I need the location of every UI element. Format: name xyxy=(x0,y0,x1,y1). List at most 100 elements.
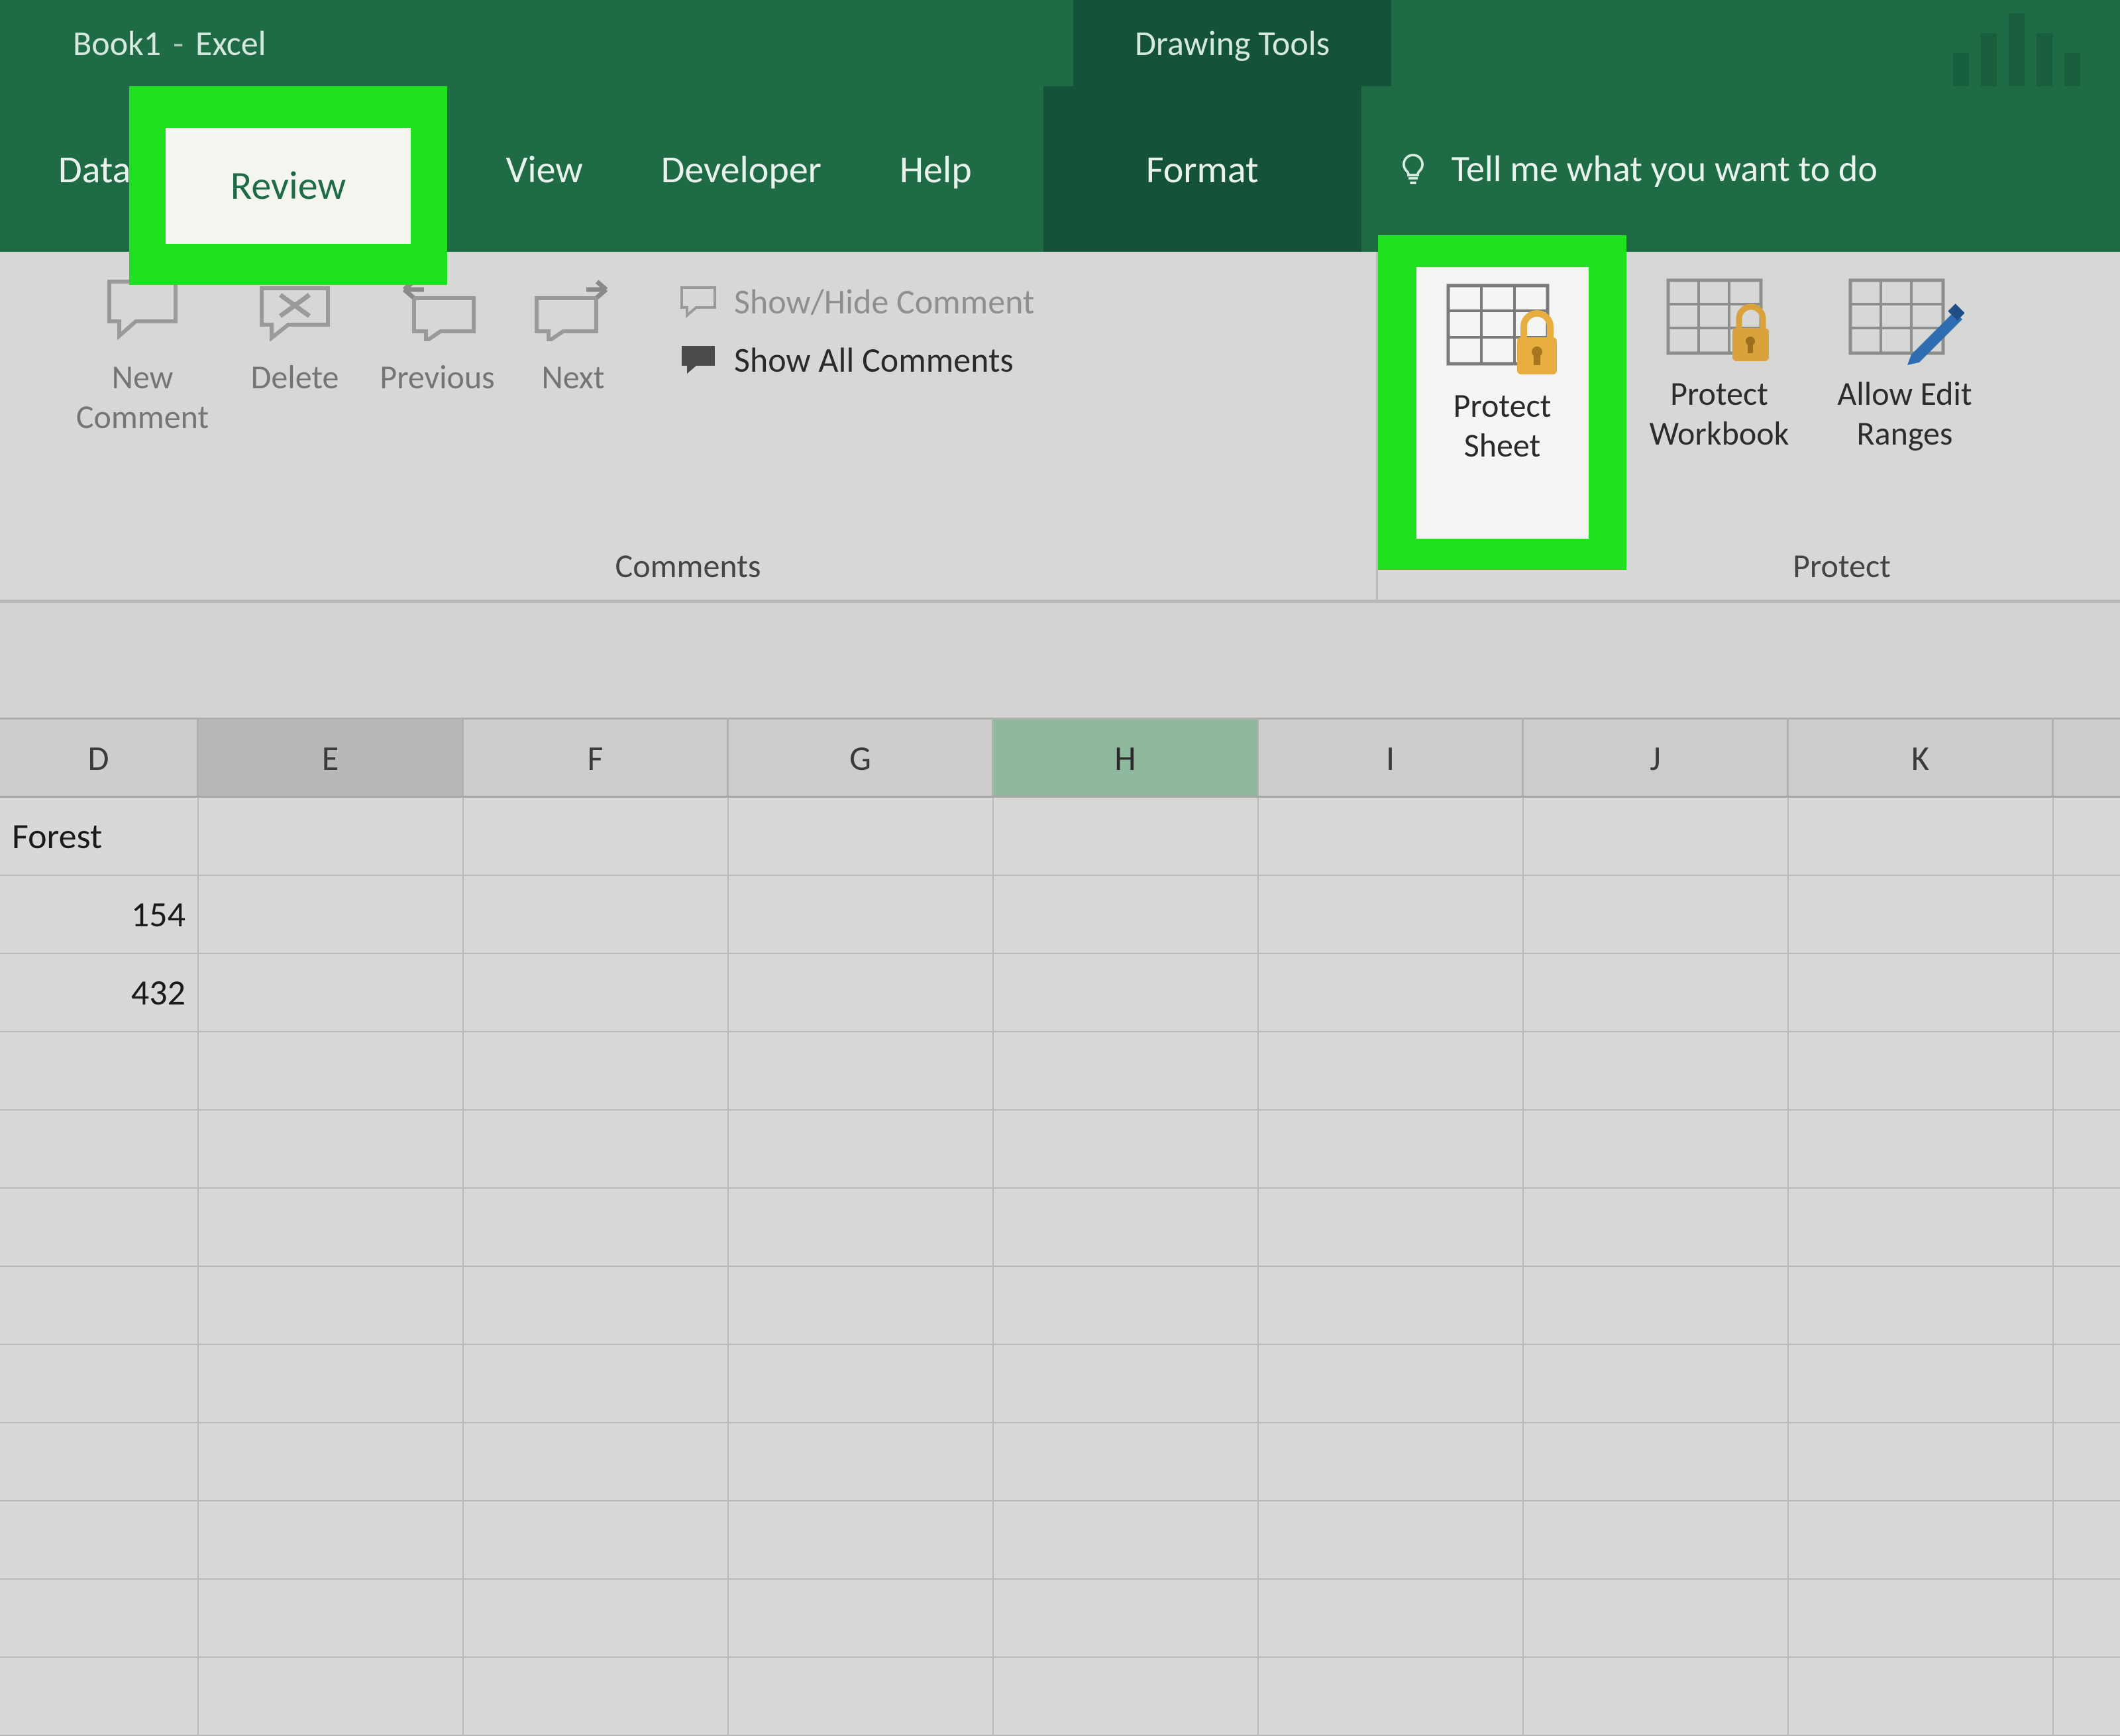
cell[interactable] xyxy=(729,1580,994,1658)
tell-me-search[interactable]: Tell me what you want to do xyxy=(1361,146,1878,191)
cell[interactable] xyxy=(199,1267,464,1345)
cell[interactable] xyxy=(0,1580,199,1658)
show-hide-comment-button[interactable]: Show/Hide Comment xyxy=(679,280,1034,323)
protect-sheet-button[interactable]: Protect Sheet xyxy=(1416,267,1589,539)
cell[interactable] xyxy=(2054,1580,2120,1658)
cell[interactable] xyxy=(2054,1658,2120,1736)
cell[interactable] xyxy=(994,1032,1259,1111)
cell[interactable] xyxy=(199,954,464,1032)
tab-review[interactable]: Review xyxy=(166,128,411,244)
cell[interactable] xyxy=(199,1658,464,1736)
cell[interactable] xyxy=(1524,1423,1789,1501)
cell[interactable] xyxy=(2054,1032,2120,1111)
cell[interactable] xyxy=(464,954,729,1032)
cell[interactable] xyxy=(1259,1345,1524,1423)
tab-developer[interactable]: Developer xyxy=(615,86,868,252)
cell[interactable] xyxy=(464,1423,729,1501)
cell[interactable] xyxy=(1789,1423,2054,1501)
show-all-comments-button[interactable]: Show All Comments xyxy=(679,339,1034,381)
cell[interactable] xyxy=(1524,876,1789,954)
column-header-k[interactable]: K xyxy=(1789,720,2054,796)
cell[interactable] xyxy=(1524,1111,1789,1189)
cell[interactable] xyxy=(1789,1032,2054,1111)
column-header-g[interactable]: G xyxy=(729,720,994,796)
cell[interactable] xyxy=(1259,1032,1524,1111)
cell[interactable] xyxy=(1259,1658,1524,1736)
column-header-edge[interactable] xyxy=(2054,720,2120,796)
cell[interactable] xyxy=(729,1658,994,1736)
cell[interactable] xyxy=(1789,1267,2054,1345)
cell[interactable] xyxy=(729,1423,994,1501)
cell[interactable] xyxy=(1259,1501,1524,1580)
tab-format[interactable]: Format xyxy=(1043,86,1361,252)
cell[interactable] xyxy=(994,1501,1259,1580)
cell[interactable]: 154 xyxy=(0,876,199,954)
cell[interactable] xyxy=(994,1345,1259,1423)
cell[interactable] xyxy=(1789,954,2054,1032)
tab-help[interactable]: Help xyxy=(868,86,1004,252)
protect-workbook-button[interactable]: Protect Workbook xyxy=(1636,268,1802,461)
cell[interactable] xyxy=(0,1189,199,1267)
column-header-d[interactable]: D xyxy=(0,720,199,796)
cell[interactable] xyxy=(199,1032,464,1111)
cell[interactable] xyxy=(464,798,729,876)
cell[interactable] xyxy=(994,1111,1259,1189)
cell[interactable] xyxy=(1524,1267,1789,1345)
cell[interactable] xyxy=(1789,1345,2054,1423)
cell[interactable] xyxy=(994,1189,1259,1267)
column-header-i[interactable]: I xyxy=(1259,720,1524,796)
tab-view[interactable]: View xyxy=(474,86,614,252)
cell[interactable] xyxy=(464,1345,729,1423)
cell[interactable] xyxy=(729,1189,994,1267)
cell[interactable] xyxy=(464,1501,729,1580)
cell[interactable] xyxy=(2054,1111,2120,1189)
cell[interactable] xyxy=(1789,1658,2054,1736)
new-comment-button[interactable]: New Comment xyxy=(66,268,219,437)
cell[interactable] xyxy=(1524,1658,1789,1736)
cell[interactable] xyxy=(729,1111,994,1189)
formula-bar-area[interactable] xyxy=(0,603,2120,720)
cell[interactable] xyxy=(199,1111,464,1189)
cell[interactable] xyxy=(464,1189,729,1267)
cell[interactable] xyxy=(464,876,729,954)
cell[interactable] xyxy=(1524,798,1789,876)
cell[interactable] xyxy=(1524,1032,1789,1111)
cell[interactable] xyxy=(199,1345,464,1423)
cell[interactable] xyxy=(1789,1111,2054,1189)
cell[interactable] xyxy=(1789,1189,2054,1267)
cell[interactable] xyxy=(2054,954,2120,1032)
column-header-h[interactable]: H xyxy=(994,720,1259,796)
cell[interactable] xyxy=(464,1032,729,1111)
cell[interactable]: 432 xyxy=(0,954,199,1032)
cell[interactable] xyxy=(0,1032,199,1111)
column-header-f[interactable]: F xyxy=(464,720,729,796)
cell[interactable] xyxy=(729,876,994,954)
cell[interactable] xyxy=(0,1423,199,1501)
cell[interactable] xyxy=(1789,798,2054,876)
cell[interactable] xyxy=(729,1267,994,1345)
cell[interactable] xyxy=(1259,954,1524,1032)
cell[interactable] xyxy=(1524,1345,1789,1423)
cell[interactable] xyxy=(199,798,464,876)
cell[interactable] xyxy=(729,1032,994,1111)
cell[interactable] xyxy=(2054,1423,2120,1501)
cell[interactable] xyxy=(1524,1189,1789,1267)
cell[interactable] xyxy=(994,798,1259,876)
cell[interactable] xyxy=(464,1580,729,1658)
cell[interactable] xyxy=(1789,1580,2054,1658)
cell[interactable] xyxy=(2054,1189,2120,1267)
cell[interactable] xyxy=(2054,876,2120,954)
cell[interactable] xyxy=(2054,1267,2120,1345)
cell[interactable] xyxy=(2054,1501,2120,1580)
cell[interactable] xyxy=(729,954,994,1032)
cell[interactable] xyxy=(199,1580,464,1658)
cell[interactable] xyxy=(1524,954,1789,1032)
cell[interactable] xyxy=(1789,876,2054,954)
cell[interactable] xyxy=(199,1423,464,1501)
cell[interactable] xyxy=(994,1423,1259,1501)
cell[interactable] xyxy=(994,1267,1259,1345)
cell[interactable] xyxy=(0,1345,199,1423)
cell[interactable] xyxy=(1789,1501,2054,1580)
cell[interactable] xyxy=(0,1111,199,1189)
cell[interactable] xyxy=(199,1189,464,1267)
